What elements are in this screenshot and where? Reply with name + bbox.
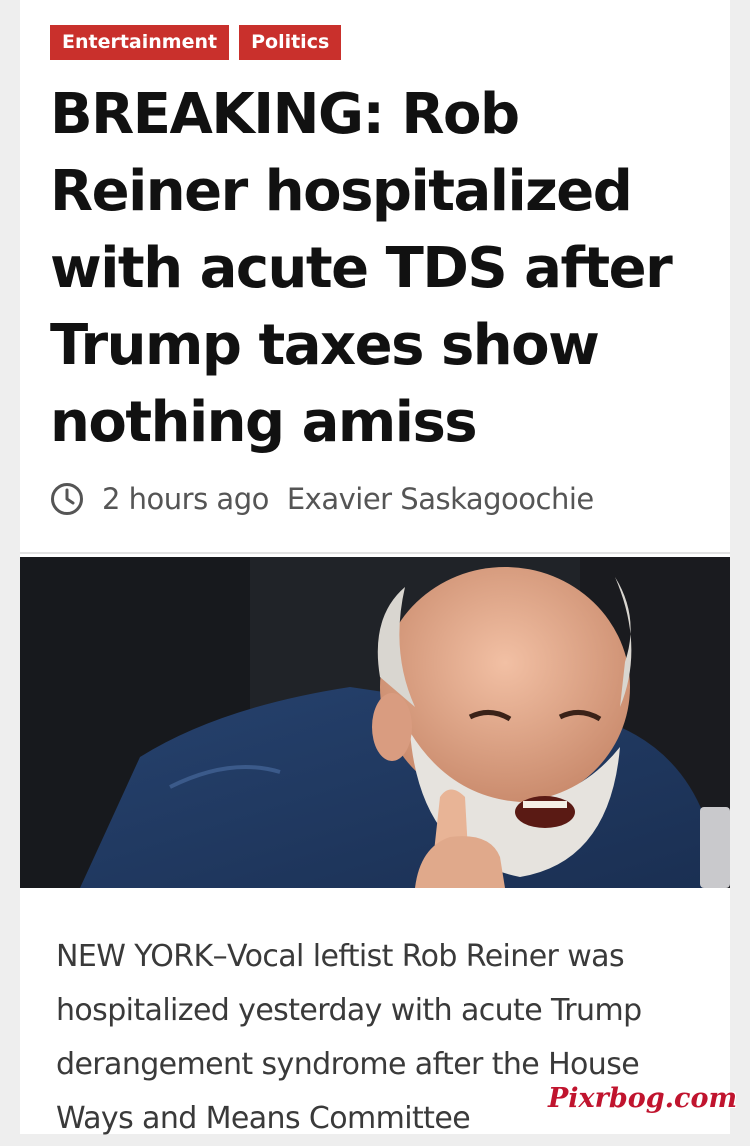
article-headline: BREAKING: Rob Reiner hospitalized with a… (50, 82, 673, 455)
photo-illustration (20, 557, 730, 888)
watermark: Pixrbog.com (548, 1083, 738, 1114)
article-photo[interactable] (20, 557, 730, 888)
post-time: 2 hours ago (102, 482, 269, 516)
divider (20, 552, 730, 554)
category-tag-politics[interactable]: Politics (239, 25, 342, 60)
clock-icon (51, 483, 83, 515)
author-link[interactable]: Exavier Saskagoochie (287, 482, 594, 516)
article-card: Entertainment Politics BREAKING: Rob Rei… (20, 0, 730, 1136)
article-meta: 2 hours ago Exavier Saskagoochie (50, 478, 594, 520)
category-tag-entertainment[interactable]: Entertainment (50, 25, 230, 60)
category-tags: Entertainment Politics (50, 25, 342, 60)
